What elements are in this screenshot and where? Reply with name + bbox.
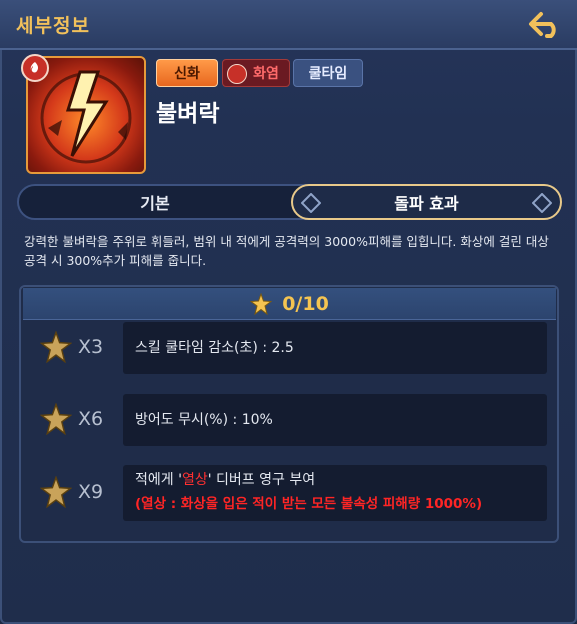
break-progress: 0/10 xyxy=(23,288,556,320)
progress-count: 0/10 xyxy=(282,292,329,315)
effect-row-1: 스킬 쿨타임 감소(초) : 2.5 xyxy=(123,322,547,374)
effect-row-1-label: X3 xyxy=(40,322,120,372)
fire-icon xyxy=(227,64,247,84)
tab-break-effect[interactable]: 돌파 효과 xyxy=(291,184,562,220)
tab-basic[interactable]: 기본 xyxy=(19,184,291,220)
effect-text: 적에게 '열상' 디버프 영구 부여 xyxy=(135,472,316,488)
tab-break-effect-label: 돌파 효과 xyxy=(394,194,459,213)
header-bar: 세부정보 xyxy=(0,0,577,50)
effect-multiplier: X9 xyxy=(78,481,104,503)
effect-row-2: 방어도 무시(%) : 10% xyxy=(123,394,547,446)
back-button[interactable] xyxy=(523,9,567,41)
element-tag: 화염 xyxy=(222,59,290,87)
skill-description: 강력한 불벼락을 주위로 휘들러, 범위 내 적에게 공격력의 3000%피해를… xyxy=(24,234,549,268)
effect-multiplier: X6 xyxy=(78,408,104,430)
skill-name: 불벼락 xyxy=(156,101,220,127)
effect-multiplier: X3 xyxy=(78,336,104,358)
star-icon xyxy=(40,476,72,508)
rarity-tag: 신화 xyxy=(156,59,218,87)
effect-text: 방어도 무시(%) : 10% xyxy=(135,412,273,428)
debuff-note: (열상 : 화상을 입은 적이 받는 모든 불속성 피해량 1000%) xyxy=(135,496,483,512)
fire-element-icon xyxy=(30,62,39,73)
star-icon xyxy=(40,403,72,435)
debuff-highlight: 열상 xyxy=(181,472,208,488)
page-title: 세부정보 xyxy=(16,15,90,37)
diamond-ornament-icon xyxy=(301,193,321,213)
effect-text: 스킬 쿨타임 감소(초) : 2.5 xyxy=(135,340,294,356)
star-icon xyxy=(250,292,273,315)
effect-row-3: 적에게 '열상' 디버프 영구 부여 (열상 : 화상을 입은 적이 받는 모든… xyxy=(123,465,547,521)
effect-row-2-label: X6 xyxy=(40,394,120,444)
element-tag-label: 화염 xyxy=(253,66,279,82)
effect-row-3-label: X9 xyxy=(40,467,120,517)
tab-bar: 기본 돌파 효과 xyxy=(17,184,562,220)
star-icon xyxy=(40,331,72,363)
back-arrow-icon xyxy=(529,12,556,38)
diamond-ornament-icon xyxy=(532,193,552,213)
type-tag: 쿨타임 xyxy=(293,59,363,87)
fire-element-badge xyxy=(21,54,49,82)
